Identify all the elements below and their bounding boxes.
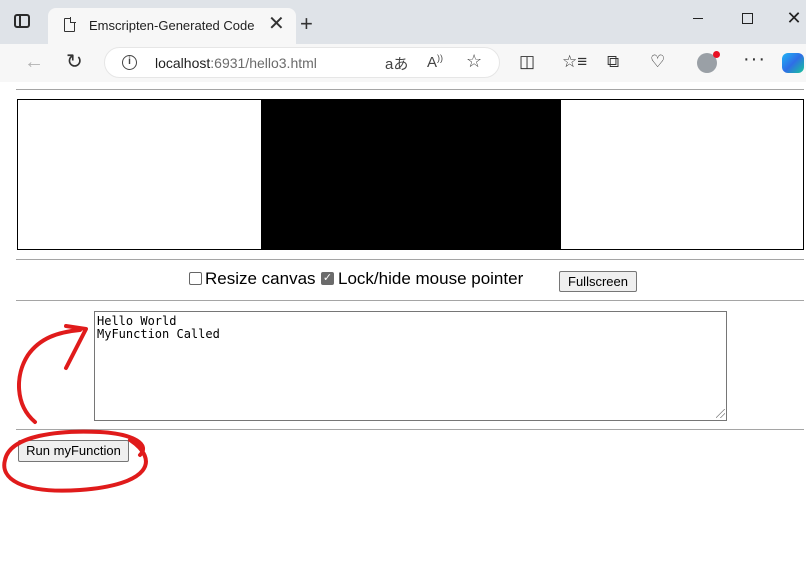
favorites-icon[interactable]: ☆≡ [562,52,587,72]
red-annotation [2,324,148,493]
textarea-resize-handle[interactable] [716,409,725,418]
tab-close-icon[interactable]: ✕ [268,14,285,34]
url-host: localhost [155,55,211,71]
title-bar: Emscripten-Generated Code ✕ + ✕ [0,0,806,44]
address-bar[interactable]: i localhost:6931/hello3.html aあ A)) ☆ [104,47,500,78]
annotation-arrow [16,328,82,424]
minimize-button[interactable] [688,8,708,28]
lock-pointer-checkbox[interactable]: ✓ [321,272,334,285]
resize-canvas-checkbox[interactable] [189,272,202,285]
new-tab-button[interactable]: + [300,13,313,35]
reload-icon[interactable]: ↻ [66,49,83,74]
notification-dot [713,51,720,58]
url-path: :6931/hello3.html [210,55,317,71]
maximize-button[interactable] [737,8,757,28]
annotation-circle [2,429,148,493]
collections-icon[interactable]: ⧉ [607,52,619,72]
more-icon[interactable]: ··· [743,48,766,71]
page-icon [64,17,76,32]
lock-pointer-label: Lock/hide mouse pointer [338,269,524,288]
divider [16,259,804,260]
resize-canvas-label: Resize canvas [205,269,316,288]
sidebar-toggle-icon[interactable] [14,14,30,28]
back-arrow-icon[interactable]: ← [24,51,44,74]
split-screen-icon[interactable]: ◫ [519,52,535,72]
copilot-icon[interactable] [782,53,804,73]
divider [16,89,804,90]
canvas-black-region [261,99,561,250]
fullscreen-button[interactable]: Fullscreen [559,271,637,292]
translate-icon[interactable]: aあ [385,53,408,74]
tab-title: Emscripten-Generated Code [89,18,255,33]
close-window-button[interactable]: ✕ [784,8,804,28]
browser-essentials-icon[interactable]: ♡ [650,52,665,72]
info-icon[interactable]: i [122,55,137,70]
favorite-star-icon[interactable]: ☆ [466,51,482,72]
url-text[interactable]: localhost:6931/hello3.html [155,55,317,71]
browser-tab[interactable]: Emscripten-Generated Code ✕ [48,8,296,44]
browser-toolbar: ← ↻ i localhost:6931/hello3.html aあ A)) … [0,44,806,82]
read-aloud-icon[interactable]: A)) [427,53,443,71]
